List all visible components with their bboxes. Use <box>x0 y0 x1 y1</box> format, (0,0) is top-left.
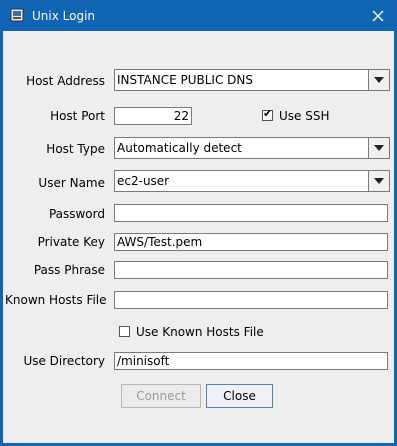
user-name-label: User Name <box>38 176 105 190</box>
password-field[interactable] <box>114 204 388 222</box>
app-icon <box>10 8 24 22</box>
close-window-button[interactable] <box>360 1 396 31</box>
chevron-down-icon <box>374 178 384 184</box>
pass-phrase-field[interactable] <box>114 261 388 279</box>
host-type-label: Host Type <box>46 142 105 156</box>
host-type-combo[interactable]: Automatically detect <box>114 137 390 159</box>
known-hosts-file-field[interactable] <box>114 291 388 309</box>
use-known-hosts-file-label[interactable]: Use Known Hosts File <box>136 325 264 339</box>
user-name-value[interactable]: ec2-user <box>117 173 169 189</box>
use-ssh-checkbox[interactable] <box>262 107 273 121</box>
host-type-dropdown-button[interactable] <box>368 138 389 158</box>
close-button[interactable]: Close <box>206 384 273 408</box>
private-key-field[interactable]: AWS/Test.pem <box>114 233 388 251</box>
title-bar[interactable]: Unix Login <box>1 1 396 31</box>
chevron-down-icon <box>374 145 384 151</box>
use-known-hosts-file-checkbox[interactable] <box>119 326 130 337</box>
use-directory-field[interactable]: /minisoft <box>114 352 388 370</box>
host-address-dropdown-button[interactable] <box>368 70 389 90</box>
use-ssh-label[interactable]: Use SSH <box>279 109 330 123</box>
window-title: Unix Login <box>32 9 96 23</box>
connect-button[interactable]: Connect <box>121 384 201 408</box>
password-label: Password <box>48 207 105 221</box>
user-name-combo[interactable]: ec2-user <box>114 170 390 192</box>
host-type-value[interactable]: Automatically detect <box>117 140 242 156</box>
dialog-body: Host Address INSTANCE PUBLIC DNS Host Po… <box>3 31 394 443</box>
pass-phrase-label: Pass Phrase <box>33 263 105 277</box>
close-icon <box>372 10 384 22</box>
host-address-label: Host Address <box>26 74 105 88</box>
user-name-dropdown-button[interactable] <box>368 171 389 191</box>
host-address-combo[interactable]: INSTANCE PUBLIC DNS <box>114 69 390 91</box>
host-address-value[interactable]: INSTANCE PUBLIC DNS <box>117 72 253 88</box>
host-port-label: Host Port <box>50 109 105 123</box>
chevron-down-icon <box>374 77 384 83</box>
known-hosts-file-label: Known Hosts File <box>5 293 107 307</box>
use-directory-label: Use Directory <box>23 354 105 368</box>
host-port-field[interactable]: 22 <box>114 107 192 125</box>
unix-login-dialog: Unix Login Host Address INSTANCE PUBLIC … <box>0 0 397 446</box>
private-key-label: Private Key <box>37 235 105 249</box>
